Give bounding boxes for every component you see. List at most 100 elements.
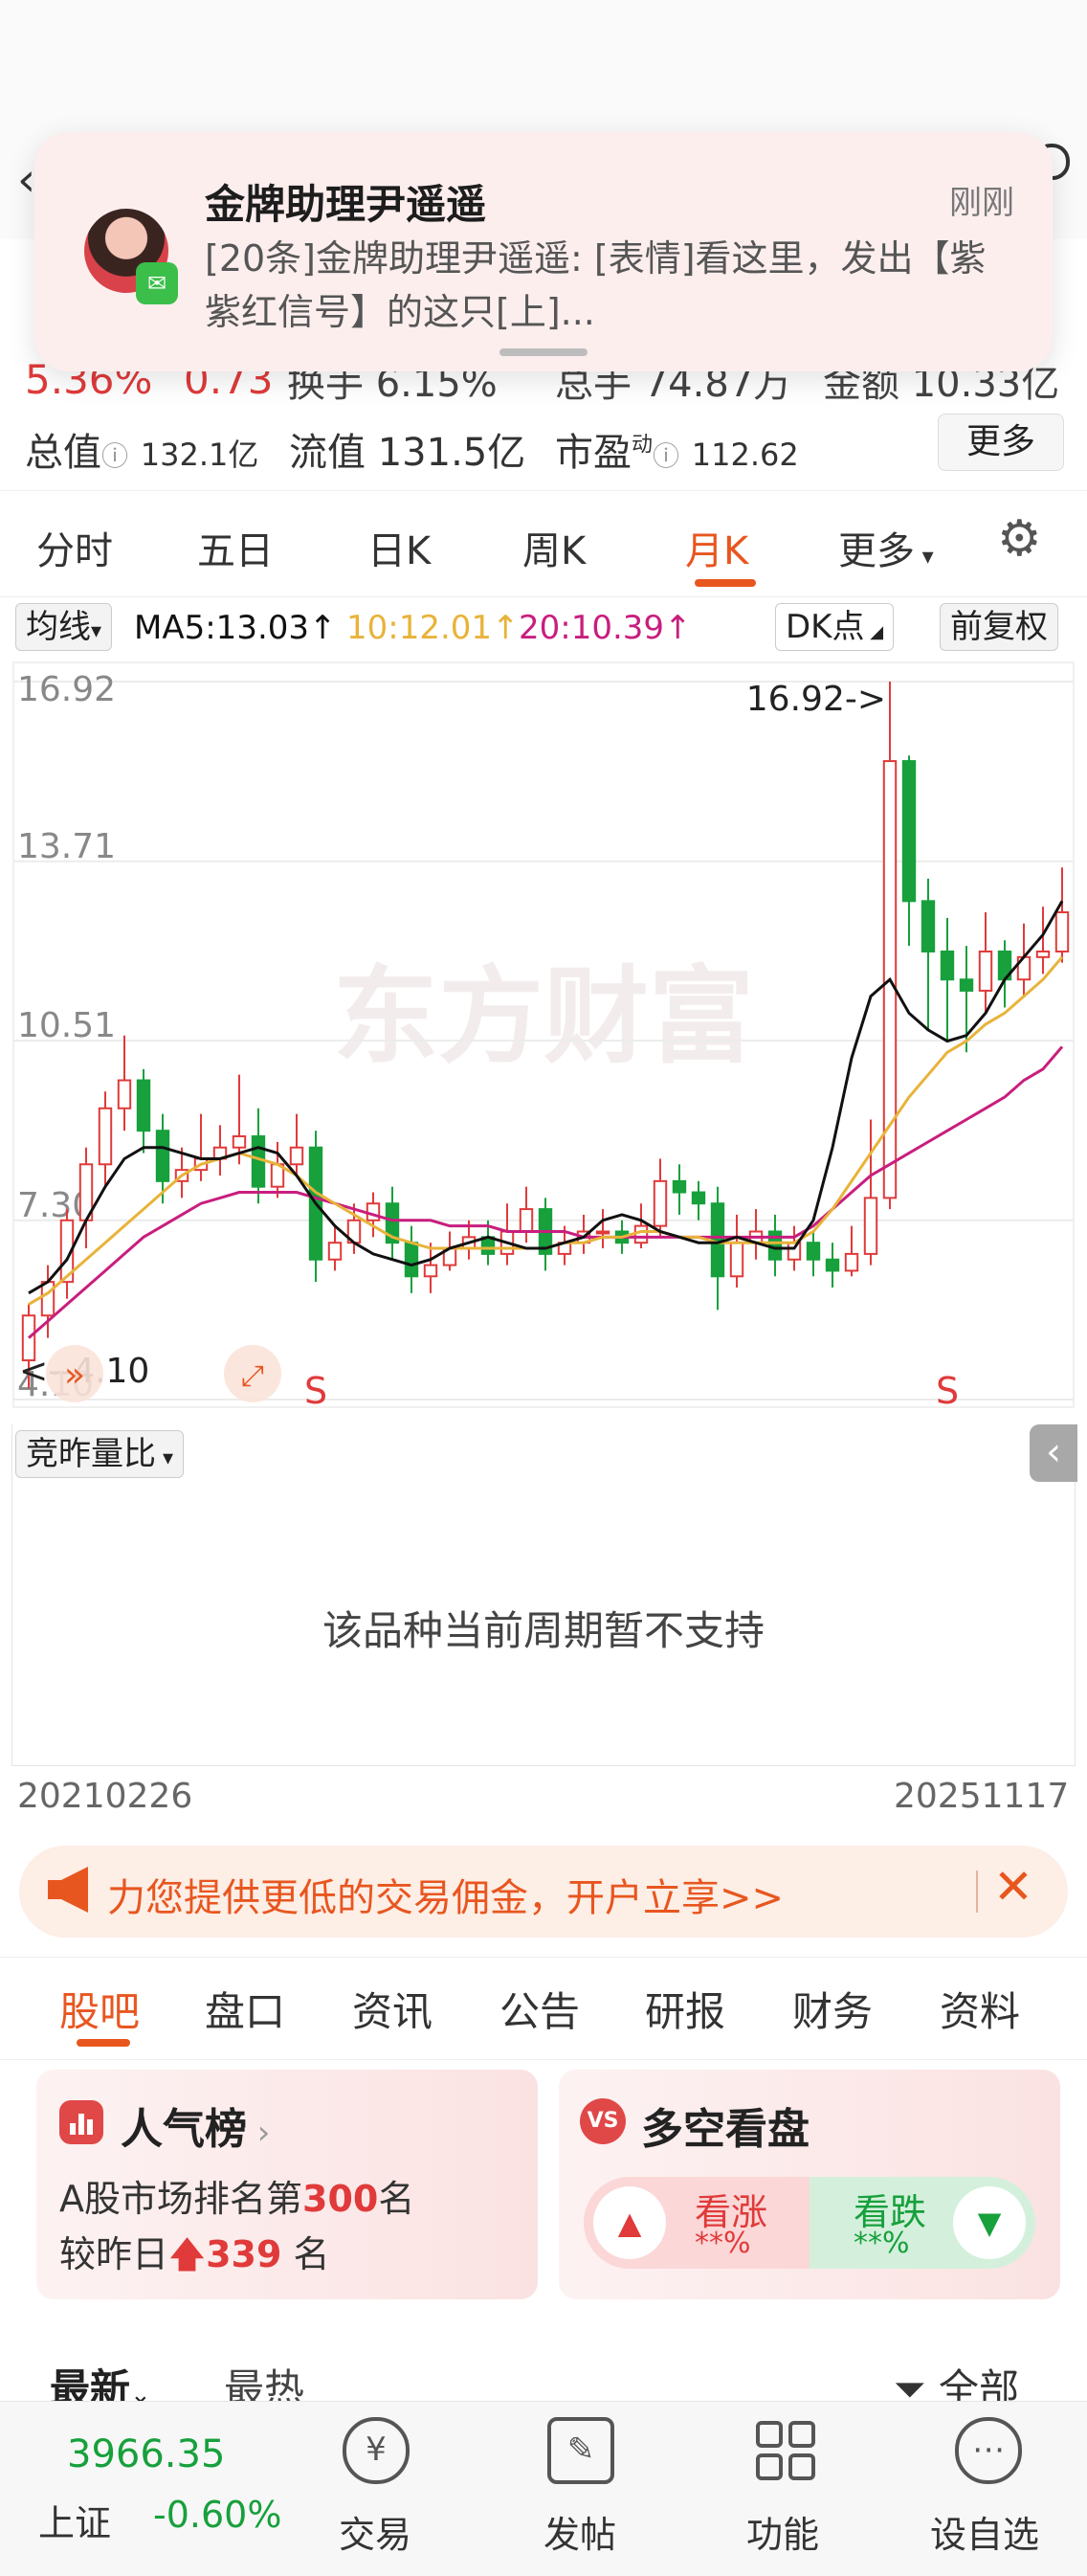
sell-signal: S xyxy=(936,1370,959,1412)
rank-prefix: A股市场排名第 xyxy=(59,2178,302,2220)
apps-grid-icon[interactable] xyxy=(752,2417,819,2484)
candle-up xyxy=(1035,950,1051,958)
watermark: 东方财富 xyxy=(333,955,754,1078)
tab-news[interactable]: 资讯 xyxy=(352,1980,433,2038)
index-name: 上证 xyxy=(38,2502,112,2544)
candle-up xyxy=(787,1242,802,1261)
candle-down xyxy=(155,1130,170,1182)
pe-value: 112.62 xyxy=(691,437,799,473)
kline-chart[interactable]: 东方财富16.9213.7110.517.304.1016.92-><--4.1… xyxy=(0,594,1087,1426)
candle-up xyxy=(633,1224,649,1244)
float-mv-value: 131.5亿 xyxy=(377,431,526,475)
candle-up xyxy=(98,1107,113,1166)
index-ticker[interactable]: 3966.35 上证 -0.60% xyxy=(0,2402,287,2574)
double-chevron-icon: » xyxy=(64,1355,85,1395)
candle-up xyxy=(423,1264,438,1278)
float-mv: 流值 131.5亿 xyxy=(289,421,525,477)
candle-up xyxy=(978,950,993,992)
more-dots-icon[interactable]: ⋯ xyxy=(955,2417,1022,2484)
candle-down xyxy=(691,1191,706,1205)
tab-monthly-k[interactable]: 月K xyxy=(685,520,748,575)
nav-post[interactable]: 发帖 xyxy=(544,2505,616,2558)
collapse-handle[interactable]: ‹ xyxy=(1030,1424,1077,1482)
tab-profile[interactable]: 资料 xyxy=(940,1980,1020,2038)
megaphone-icon xyxy=(46,1865,92,1915)
pe-sup: 动 xyxy=(632,433,654,458)
candle-up xyxy=(844,1252,859,1272)
candle-up xyxy=(1054,911,1070,952)
rank-suffix: 名 xyxy=(378,2178,415,2220)
tab-weekly-k[interactable]: 周K xyxy=(522,520,586,575)
notification-grab-handle[interactable] xyxy=(499,348,588,356)
candle-up xyxy=(595,1230,610,1235)
period-tabs: 分时 五日 日K 周K 月K 更多 ▾ ⚙ xyxy=(0,490,1087,597)
chart-bars-icon xyxy=(59,2100,103,2144)
back-icon[interactable]: ‹ xyxy=(17,153,35,207)
y-tick-label: 16.92 xyxy=(17,670,116,709)
triangle-down-icon: ▼ xyxy=(953,2186,1026,2259)
indicator-select[interactable]: 竞昨量比 ▾ xyxy=(15,1430,185,1478)
popularity-title: 人气榜 › xyxy=(121,2094,270,2156)
popularity-card[interactable]: 人气榜 › A股市场排名第300名 较昨日🡅339 名 xyxy=(36,2070,538,2299)
bottom-nav: 3966.35 上证 -0.60% ¥ 交易 ✎ 发帖 功能 ⋯ 设自选 xyxy=(0,2401,1087,2576)
candle-down xyxy=(136,1079,151,1132)
index-change: -0.60% xyxy=(153,2494,282,2536)
caret-down-icon: ▾ xyxy=(915,543,934,570)
total-mv-label: 总值 xyxy=(25,431,101,475)
candle-up xyxy=(289,1146,304,1166)
y-tick-label: 13.71 xyxy=(17,827,116,866)
tab-announcements[interactable]: 公告 xyxy=(499,1980,580,2038)
change-prefix: 较昨日 xyxy=(59,2233,169,2275)
info-icon[interactable]: ⓘ xyxy=(653,440,679,472)
float-mv-label: 流值 xyxy=(289,431,366,475)
candle-down xyxy=(251,1135,266,1188)
caret-down-icon: ▾ xyxy=(156,1446,174,1470)
pe-label: 市盈 xyxy=(555,431,632,475)
arrow-up-icon: 🡅 xyxy=(168,2233,207,2275)
candle-down xyxy=(921,900,936,952)
bear-button[interactable]: 看跌 **% ▼ xyxy=(810,2177,1035,2269)
bull-button[interactable]: ▲ 看涨 **% xyxy=(584,2177,810,2269)
tab-pankou[interactable]: 盘口 xyxy=(205,1980,285,2038)
y-tick-label: 10.51 xyxy=(17,1006,116,1045)
active-tab-indicator xyxy=(695,579,756,587)
nav-trade[interactable]: 交易 xyxy=(339,2505,411,2558)
candle-up xyxy=(117,1079,132,1109)
wechat-notification[interactable]: ✉ 金牌助理尹遥遥 刚刚 [20条]金牌助理尹遥遥: [表情]看这里，发出【紫紫… xyxy=(34,132,1053,371)
yuan-trade-icon[interactable]: ¥ xyxy=(343,2417,410,2484)
candle-down xyxy=(672,1179,687,1194)
tab-more[interactable]: 更多 ▾ xyxy=(838,520,934,575)
close-icon[interactable]: ✕ xyxy=(993,1859,1033,1915)
change-value: 339 xyxy=(206,2233,282,2275)
info-icon[interactable]: ⓘ xyxy=(101,440,128,472)
popularity-rank-line: A股市场排名第300名 xyxy=(59,2169,414,2222)
candle-up xyxy=(653,1179,668,1227)
tab-intraday[interactable]: 分时 xyxy=(36,520,113,575)
tab-daily-k[interactable]: 日K xyxy=(367,520,431,575)
x-axis-end: 20251117 xyxy=(894,1777,1070,1816)
candle-up xyxy=(232,1135,247,1149)
tab-five-day[interactable]: 五日 xyxy=(197,520,274,575)
candle-down xyxy=(825,1258,840,1272)
chevron-right-icon: › xyxy=(247,2114,271,2152)
candle-up xyxy=(366,1202,381,1221)
nav-functions[interactable]: 功能 xyxy=(746,2505,819,2558)
nav-watchlist[interactable]: 设自选 xyxy=(930,2505,1039,2558)
total-mv: 总值ⓘ 132.1亿 xyxy=(25,421,258,477)
candle-up xyxy=(729,1242,744,1278)
tab-finance[interactable]: 财务 xyxy=(792,1980,873,2038)
candle-up xyxy=(519,1208,534,1233)
tab-more-label: 更多 xyxy=(838,529,915,573)
sentiment-title: 多空看盘 xyxy=(641,2105,810,2154)
candle-up xyxy=(863,1197,878,1255)
bull-value: **% xyxy=(695,2227,751,2260)
tab-guba[interactable]: 股吧 xyxy=(59,1980,140,2038)
bear-value: **% xyxy=(854,2227,910,2260)
total-mv-value: 132.1亿 xyxy=(140,437,259,473)
gear-icon[interactable]: ⚙ xyxy=(997,510,1042,568)
more-button[interactable]: 更多 xyxy=(938,414,1064,471)
vs-icon: VS xyxy=(580,2098,626,2144)
edit-post-icon[interactable]: ✎ xyxy=(547,2417,614,2484)
promo-banner[interactable]: 力您提供更低的交易佣金，开户立享>> ✕ xyxy=(19,1846,1068,1938)
tab-research[interactable]: 研报 xyxy=(645,1980,725,2038)
